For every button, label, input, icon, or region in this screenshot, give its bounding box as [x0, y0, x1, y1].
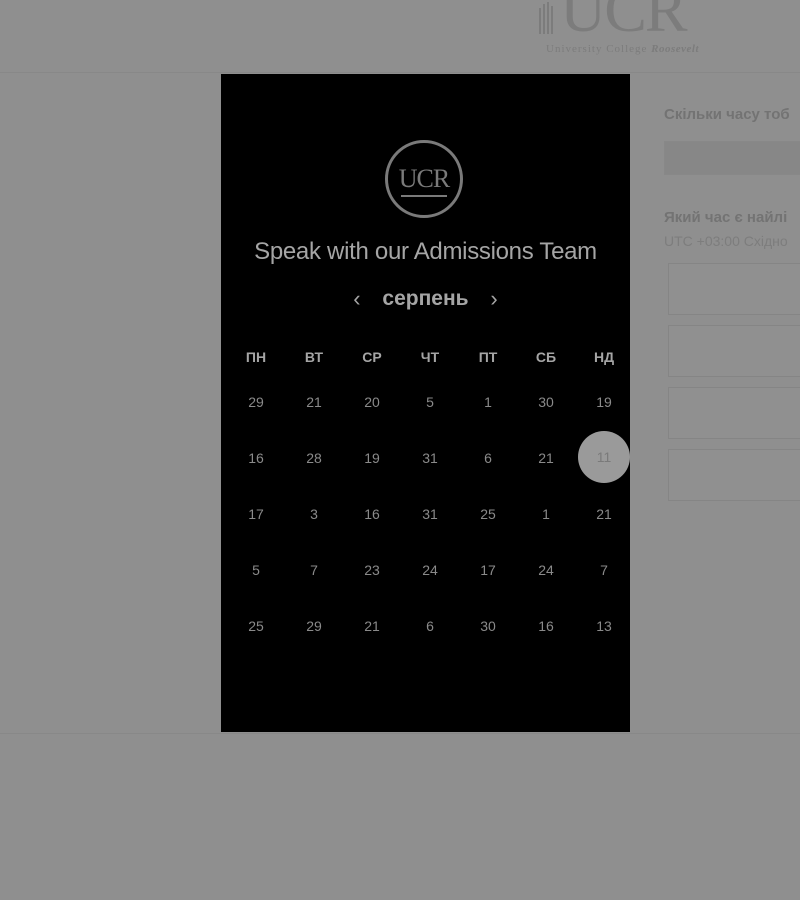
time-question: Який час є найлі	[664, 209, 788, 226]
calendar-day[interactable]: 7	[584, 562, 624, 578]
logo-emblem-icon	[539, 2, 553, 34]
month-navigation: ‹ серпень ›	[221, 286, 630, 312]
calendar-day[interactable]: 6	[410, 618, 450, 634]
booking-modal: UCR Speak with our Admissions Team ‹ сер…	[221, 74, 630, 732]
calendar-day[interactable]: 1	[526, 506, 566, 522]
calendar-day[interactable]: 25	[468, 506, 508, 522]
calendar-day[interactable]: 31	[410, 450, 450, 466]
ucr-logo-text: UCR	[398, 164, 450, 193]
calendar-day[interactable]: 17	[468, 562, 508, 578]
calendar-day[interactable]: 24	[526, 562, 566, 578]
logo-mark: UCR	[560, 0, 688, 45]
prev-month-icon[interactable]: ‹	[346, 286, 368, 312]
modal-title: Speak with our Admissions Team	[254, 238, 597, 265]
next-month-icon[interactable]: ›	[483, 286, 505, 312]
time-slot[interactable]	[668, 263, 800, 315]
header-divider	[0, 72, 800, 73]
current-month: серпень	[382, 287, 469, 310]
calendar-day[interactable]: 16	[236, 450, 276, 466]
scheduling-panel: Скільки часу тоб Який час є найлі UTC +0…	[664, 100, 800, 501]
ucr-logo: UCR	[385, 140, 463, 218]
calendar-day[interactable]: 21	[294, 394, 334, 410]
calendar-day[interactable]: 16	[526, 618, 566, 634]
calendar-day[interactable]: 5	[236, 562, 276, 578]
calendar-day[interactable]: 19	[584, 394, 624, 410]
site-logo[interactable]: UCR University College Roosevelt	[534, 0, 734, 60]
calendar-day[interactable]: 7	[294, 562, 334, 578]
calendar-day[interactable]: 13	[584, 618, 624, 634]
calendar-day[interactable]: 21	[352, 618, 392, 634]
calendar-day[interactable]: 23	[352, 562, 392, 578]
calendar-day[interactable]: 28	[294, 450, 334, 466]
weekday-label: ВТ	[304, 349, 324, 365]
calendar-day[interactable]: 16	[352, 506, 392, 522]
weekday-label: СР	[362, 349, 382, 365]
calendar-day[interactable]: 30	[468, 618, 508, 634]
calendar-day[interactable]: 25	[236, 618, 276, 634]
calendar-day[interactable]: 17	[236, 506, 276, 522]
weekday-label: ПТ	[478, 349, 498, 365]
calendar-day[interactable]: 30	[526, 394, 566, 410]
calendar-day[interactable]: 3	[294, 506, 334, 522]
page: UCR University College Roosevelt Скільки…	[0, 0, 800, 900]
calendar-day[interactable]: 19	[352, 450, 392, 466]
weekday-label: НД	[593, 349, 615, 365]
calendar-day[interactable]: 24	[410, 562, 450, 578]
logo-subtitle: University College Roosevelt	[546, 43, 699, 55]
time-slot[interactable]	[668, 449, 800, 501]
weekday-header: ПН ВТ СР ЧТ ПТ СБ НД	[226, 349, 633, 369]
calendar-day[interactable]: 31	[410, 506, 450, 522]
weekday-label: ЧТ	[420, 349, 440, 365]
duration-question: Скільки часу тоб	[664, 106, 790, 123]
ucr-logo-underline	[401, 195, 447, 197]
logo-subtitle-text: University College	[546, 43, 648, 55]
selected-day[interactable]: 11	[578, 431, 630, 483]
calendar-grid: 29 21 20 5 1 30 19 16 28 19 31 6 21 11 17 3 16 31 25 1 21 5 7 2…	[226, 394, 633, 694]
calendar-day[interactable]: 21	[526, 450, 566, 466]
timezone-label: UTC +03:00 Східно	[664, 233, 788, 249]
calendar-day[interactable]: 6	[468, 450, 508, 466]
calendar-day[interactable]: 20	[352, 394, 392, 410]
time-slot[interactable]	[668, 325, 800, 377]
calendar-day[interactable]: 5	[410, 394, 450, 410]
calendar-day[interactable]: 1	[468, 394, 508, 410]
duration-selector[interactable]	[664, 141, 800, 175]
weekday-label: СБ	[535, 349, 557, 365]
calendar-day[interactable]: 21	[584, 506, 624, 522]
logo-subtitle-bold: Roosevelt	[651, 43, 700, 55]
calendar-day[interactable]: 29	[236, 394, 276, 410]
calendar-day[interactable]: 29	[294, 618, 334, 634]
weekday-label: ПН	[245, 349, 267, 365]
time-slot[interactable]	[668, 387, 800, 439]
footer-divider	[0, 733, 800, 734]
